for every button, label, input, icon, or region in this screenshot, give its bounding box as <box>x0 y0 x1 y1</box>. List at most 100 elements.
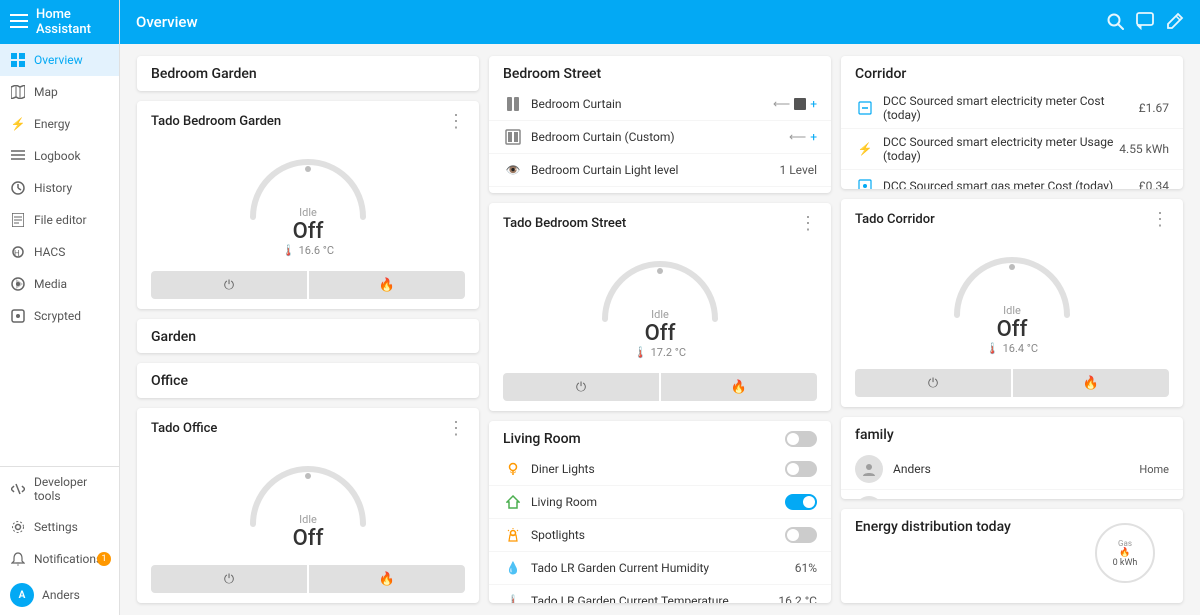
search-icon[interactable] <box>1106 12 1124 33</box>
col-3: Corridor DCC Sourced smart electricity m… <box>841 56 1183 603</box>
sidebar-label-history: History <box>34 181 72 195</box>
spotlight-icon <box>503 525 523 545</box>
entity-name: Diner Lights <box>531 462 785 476</box>
thermostat-menu[interactable]: ⋮ <box>447 418 465 439</box>
bolt-icon: ⚡ <box>10 116 26 132</box>
spotlights-toggle[interactable] <box>785 527 817 543</box>
family-avatar <box>855 455 883 483</box>
entity-name: DCC Sourced smart gas meter Cost (today) <box>883 179 1119 189</box>
family-name: Anders <box>893 462 1139 476</box>
main-content: Overview Bedroom Garden 💧 Tado Bedroom G… <box>120 0 1200 615</box>
sidebar-item-scrypted[interactable]: Scrypted <box>0 300 119 332</box>
bedroom-street-header: Bedroom Street <box>489 56 831 88</box>
entity-name: Living Room <box>531 495 785 509</box>
entity-value: 4.55 kWh <box>1119 142 1169 156</box>
bedroom-street-title: Bedroom Street <box>503 66 601 82</box>
curtain-icon <box>503 94 523 114</box>
sidebar-item-notifications[interactable]: Notifications 1 <box>0 543 119 575</box>
thermostat-temp-val: 17.2 °C <box>651 346 686 359</box>
sidebar-item-logbook[interactable]: Logbook <box>0 140 119 172</box>
dev-icon <box>10 481 26 497</box>
topbar: Overview <box>120 0 1200 44</box>
sidebar-item-hacs[interactable]: H HACS <box>0 236 119 268</box>
entity-name: Bedroom Curtain (Custom) <box>531 130 789 144</box>
thermostat-power-btn[interactable]: ⏻ <box>151 271 307 299</box>
entity-row: Living Room <box>489 486 831 519</box>
thermostat-flame-btn[interactable]: 🔥 <box>1013 369 1169 397</box>
hacs-icon: H <box>10 244 26 260</box>
svg-text:H: H <box>14 249 20 258</box>
curtain2-left-btn[interactable]: ⟵ <box>789 130 806 144</box>
thermostat-flame-btn[interactable]: 🔥 <box>309 565 465 593</box>
hamburger-icon[interactable] <box>10 14 28 31</box>
curtain-left-btn[interactable]: ⟵ <box>773 97 790 111</box>
diner-lights-toggle[interactable] <box>785 461 817 477</box>
bell-icon <box>10 551 26 567</box>
sidebar-item-energy[interactable]: ⚡ Energy <box>0 108 119 140</box>
thermostat-temp-val: 16.4 °C <box>1003 342 1038 355</box>
sidebar-item-map[interactable]: Map <box>0 76 119 108</box>
thermostat-menu[interactable]: ⋮ <box>447 111 465 132</box>
entity-row: Bedroom Curtain ⟵ + <box>489 88 831 121</box>
thermostat-controls: ⏻ 🔥 <box>151 271 465 299</box>
thermostat-power-btn[interactable]: ⏻ <box>855 369 1011 397</box>
thermostat-title: Tado Office <box>151 421 217 436</box>
entity-row: Spotlights <box>489 519 831 552</box>
thermostat-body: Idle Off 🌡️ 16.4 °C <box>855 234 1169 361</box>
home-icon <box>503 492 523 512</box>
thermostat-power-btn[interactable]: ⏻ <box>151 565 307 593</box>
entity-name: Spotlights <box>531 528 785 542</box>
chat-icon[interactable] <box>1136 12 1154 33</box>
curtain-right-btn[interactable]: + <box>810 97 817 111</box>
sidebar-item-user[interactable]: A Anders <box>0 575 119 615</box>
thermostat-controls: ⏻ 🔥 <box>151 565 465 593</box>
gas-icon <box>855 176 875 189</box>
sidebar-label-overview: Overview <box>34 53 83 67</box>
entity-row: 🌡️ Outdoor Thermometer 9.8 °C <box>137 351 479 354</box>
sidebar-item-media[interactable]: Media <box>0 268 119 300</box>
thermostat-state: Off <box>634 321 686 346</box>
entity-value: 1 Level <box>767 163 817 177</box>
thermostat-menu[interactable]: ⋮ <box>799 213 817 234</box>
edit-icon[interactable] <box>1166 12 1184 33</box>
sidebar-item-history[interactable]: History <box>0 172 119 204</box>
notification-badge: 1 <box>97 552 111 566</box>
energy-circle-icon: 🔥 <box>1119 548 1130 558</box>
curtain-stop-btn[interactable] <box>794 98 806 110</box>
sidebar-item-overview[interactable]: Overview <box>0 44 119 76</box>
living-room-toggle[interactable] <box>785 494 817 510</box>
thermostat-state: Off <box>293 526 324 551</box>
energy-circle-value: 0 kWh <box>1113 558 1138 568</box>
corridor-card: Corridor DCC Sourced smart electricity m… <box>841 56 1183 189</box>
humidity-icon: 💧 <box>503 558 523 578</box>
family-status: Home <box>1139 463 1169 476</box>
app-title: Home Assistant <box>36 7 109 37</box>
entity-row: 🌡️ Tado LR Garden Current Temperature 16… <box>489 585 831 603</box>
entity-row: 💧 Tado LR Garden Current Humidity 61% <box>489 552 831 585</box>
sidebar-bottom: Developer tools Settings Notifications 1… <box>0 466 119 615</box>
list-icon <box>10 148 26 164</box>
sidebar-label-settings: Settings <box>34 520 78 534</box>
entity-row: DCC Sourced smart electricity meter Cost… <box>841 88 1183 129</box>
map-icon <box>10 84 26 100</box>
thermostat-power-btn[interactable]: ⏻ <box>503 373 659 401</box>
thermostat-flame-btn[interactable]: 🔥 <box>661 373 817 401</box>
corridor-header: Corridor <box>841 56 1183 88</box>
sidebar-item-settings[interactable]: Settings <box>0 511 119 543</box>
curtain2-stop-btn[interactable]: + <box>810 130 817 144</box>
sidebar-label-user: Anders <box>42 588 80 602</box>
entity-row: 💧 Tado Office Current Humidity 64% <box>137 395 479 398</box>
bedroom-garden-header: Bedroom Garden <box>137 56 479 88</box>
sidebar-item-file-editor[interactable]: File editor <box>0 204 119 236</box>
thermostat-menu[interactable]: ⋮ <box>1151 209 1169 230</box>
entity-name: Tado LR Garden Current Humidity <box>531 561 767 575</box>
thermostat-flame-btn[interactable]: 🔥 <box>309 271 465 299</box>
sidebar-label-energy: Energy <box>34 117 70 131</box>
bedroom-garden-card: Bedroom Garden 💧 Tado Bedroom Garden Cur… <box>137 56 479 91</box>
sidebar-item-developer-tools[interactable]: Developer tools <box>0 467 119 511</box>
energy-distribution-card: Energy distribution today Gas 🔥 0 kWh <box>841 509 1183 603</box>
scrypted-icon <box>10 308 26 324</box>
thermostat-header: Tado Office ⋮ <box>151 418 465 439</box>
living-room-main-toggle[interactable] <box>785 431 817 447</box>
sidebar-label-media: Media <box>34 277 67 291</box>
